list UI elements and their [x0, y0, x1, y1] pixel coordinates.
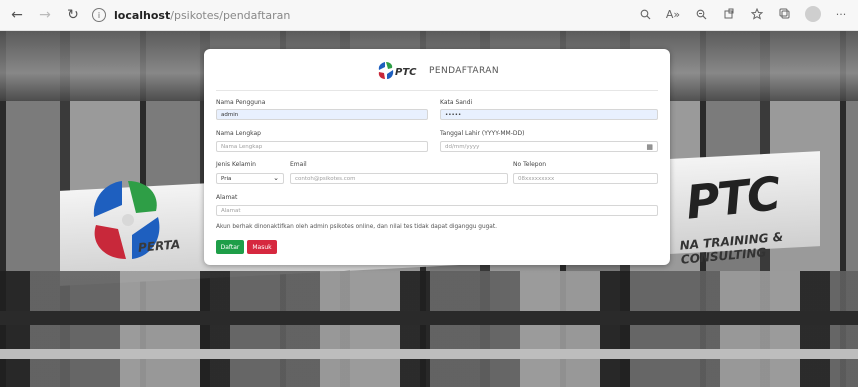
username-input[interactable]: admin: [216, 109, 428, 120]
ptc-logo: PTC: [375, 58, 423, 84]
calendar-icon[interactable]: ▦: [646, 143, 653, 151]
birthdate-placeholder: dd/mm/yyyy: [445, 143, 480, 150]
collections-icon[interactable]: [776, 4, 794, 24]
ptc-sign-lettering: PTC: [683, 166, 782, 230]
brand-text: PTC: [395, 67, 417, 78]
card-header: PTC PENDAFTARAN: [204, 57, 670, 85]
address-bar[interactable]: i localhost/psikotes/pendaftaran: [92, 4, 290, 26]
header-divider: [216, 90, 658, 91]
site-info-icon[interactable]: i: [92, 8, 106, 22]
gender-label: Jenis Kelamin: [216, 161, 256, 168]
back-icon[interactable]: ←: [6, 4, 28, 26]
url-host: localhost: [114, 8, 171, 22]
profile-avatar[interactable]: [804, 4, 822, 24]
register-button[interactable]: Daftar: [216, 240, 244, 254]
address-input[interactable]: Alamat: [216, 205, 658, 216]
browser-tools: A» ···: [636, 4, 850, 24]
zoom-icon[interactable]: [692, 4, 710, 24]
fullname-label: Nama Lengkap: [216, 130, 261, 137]
forward-icon[interactable]: →: [34, 4, 56, 26]
building-ledge-light: [0, 349, 858, 359]
more-menu-icon[interactable]: ···: [832, 4, 850, 24]
reload-icon[interactable]: ↻: [62, 4, 84, 26]
building-lower: [0, 271, 858, 387]
browser-toolbar: ← → ↻ i localhost/psikotes/pendaftaran A…: [0, 0, 858, 31]
phone-label: No Telepon: [513, 161, 547, 168]
phone-input[interactable]: 08xxxxxxxxx: [513, 173, 658, 184]
login-button[interactable]: Masuk: [247, 240, 277, 254]
url-path: /psikotes/pendaftaran: [170, 8, 291, 22]
username-label: Nama Pengguna: [216, 99, 266, 106]
address-label: Alamat: [216, 194, 238, 201]
birthdate-input[interactable]: dd/mm/yyyy ▦: [440, 141, 658, 152]
read-aloud-icon[interactable]: A»: [664, 4, 682, 24]
terms-note: Akun berhak dinonaktifkan oleh admin psi…: [216, 224, 497, 230]
ptc-logo-mark-icon: [378, 62, 394, 79]
gender-select[interactable]: Pria ⌄: [216, 173, 284, 184]
password-input[interactable]: •••••: [440, 109, 658, 120]
password-label: Kata Sandi: [440, 99, 473, 106]
gender-value: Pria: [221, 175, 232, 182]
extensions-icon[interactable]: [720, 4, 738, 24]
building-ledge: [0, 311, 858, 325]
page-title: PENDAFTARAN: [429, 66, 499, 76]
email-input[interactable]: contoh@psikotes.com: [290, 173, 508, 184]
birthdate-label: Tanggal Lahir (YYYY-MM-DD): [440, 130, 525, 137]
fullname-input[interactable]: Nama Lengkap: [216, 141, 428, 152]
email-label: Email: [290, 161, 307, 168]
favorites-star-icon[interactable]: [748, 4, 766, 24]
registration-card: PTC PENDAFTARAN Nama Pengguna admin Kata…: [204, 49, 670, 265]
chevron-down-icon: ⌄: [273, 174, 279, 182]
ptc-logo-large-icon: [93, 181, 160, 259]
search-icon[interactable]: [636, 4, 654, 24]
